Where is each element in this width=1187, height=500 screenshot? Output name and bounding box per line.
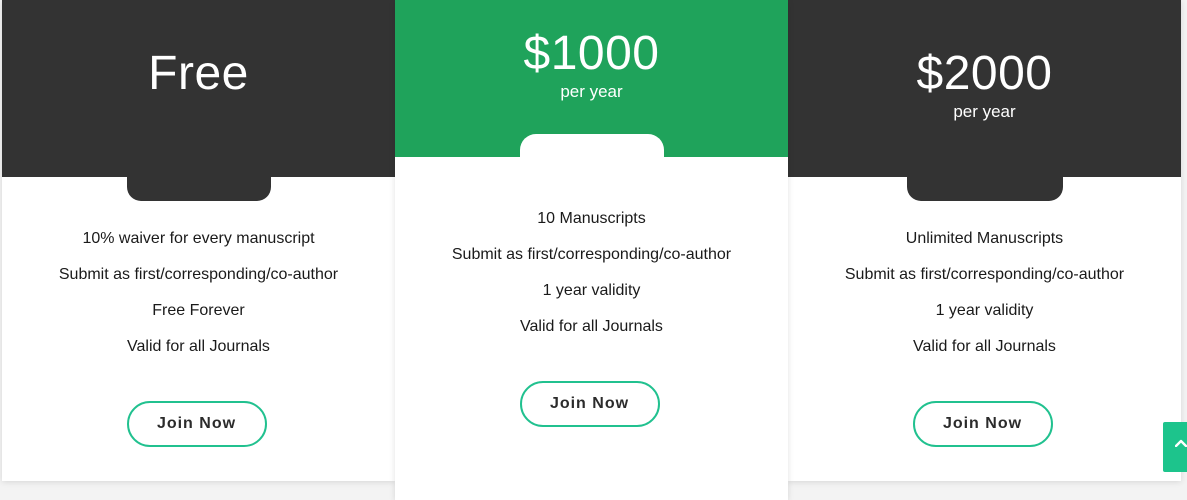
join-now-button-free[interactable]: Join Now	[126, 401, 267, 447]
pricing-card-2000: $2000 per year Unlimited Manuscripts Sub…	[788, 0, 1181, 481]
feature-item: Free Forever	[152, 302, 245, 319]
plan-price: Free	[148, 47, 249, 100]
join-now-button-2000[interactable]: Join Now	[912, 401, 1053, 447]
feature-item: Submit as first/corresponding/co-author	[844, 266, 1125, 283]
header-tab	[906, 177, 1063, 201]
scroll-to-top-button[interactable]	[1163, 422, 1187, 472]
feature-list: 10% waiver for every manuscript Submit a…	[2, 221, 395, 365]
pricing-card-free: Free 10% waiver for every manuscript Sub…	[2, 0, 395, 481]
feature-item: Unlimited Manuscripts	[905, 230, 1064, 247]
feature-item: 1 year validity	[935, 302, 1034, 319]
feature-list: Unlimited Manuscripts Submit as first/co…	[788, 221, 1181, 365]
plan-price: $2000	[916, 47, 1053, 100]
join-now-button-1000[interactable]: Join Now	[519, 381, 660, 427]
feature-item: 1 year validity	[542, 282, 641, 299]
plan-price: $1000	[523, 27, 660, 80]
feature-item: Valid for all Journals	[913, 338, 1056, 355]
feature-item: Submit as first/corresponding/co-author	[451, 246, 732, 263]
pricing-card-header: $2000 per year	[788, 0, 1181, 177]
chevron-up-icon	[1175, 439, 1187, 447]
header-tab	[126, 177, 271, 201]
feature-list: 10 Manuscripts Submit as first/correspon…	[395, 201, 788, 345]
pricing-section: Free 10% waiver for every manuscript Sub…	[2, 0, 1181, 500]
feature-item: 10 Manuscripts	[537, 210, 646, 227]
header-tab	[519, 134, 664, 158]
feature-item: Valid for all Journals	[127, 338, 270, 355]
plan-period: per year	[953, 102, 1016, 121]
pricing-card-1000: $1000 per year 10 Manuscripts Submit as …	[395, 0, 788, 500]
pricing-card-header: Free	[2, 0, 395, 177]
feature-item: Submit as first/corresponding/co-author	[58, 266, 339, 283]
feature-item: 10% waiver for every manuscript	[82, 230, 315, 247]
feature-item: Valid for all Journals	[520, 318, 663, 335]
plan-period: per year	[560, 82, 623, 101]
